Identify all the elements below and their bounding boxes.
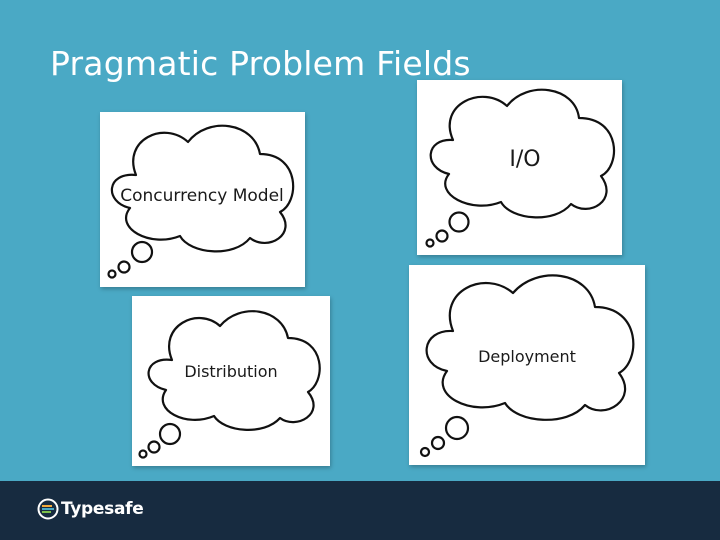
cloud-label: Deployment	[478, 347, 576, 366]
slide-title: Pragmatic Problem Fields	[50, 44, 471, 83]
typesafe-logo-icon	[37, 498, 59, 520]
footer-bar: Typesafe	[0, 481, 720, 540]
cloud-label: Concurrency Model	[120, 186, 284, 206]
thought-cloud-icon	[138, 310, 321, 459]
cloud-card-deployment: Deployment	[409, 265, 645, 465]
cloud-card-distribution: Distribution	[132, 296, 330, 466]
cloud-card-io: I/O	[417, 80, 622, 255]
typesafe-logo: Typesafe	[37, 498, 144, 520]
cloud-card-concurrency-model: Concurrency Model	[100, 112, 305, 287]
cloud-label: I/O	[509, 147, 541, 172]
cloud-label: Distribution	[184, 362, 278, 381]
logo-text: Typesafe	[61, 499, 144, 519]
